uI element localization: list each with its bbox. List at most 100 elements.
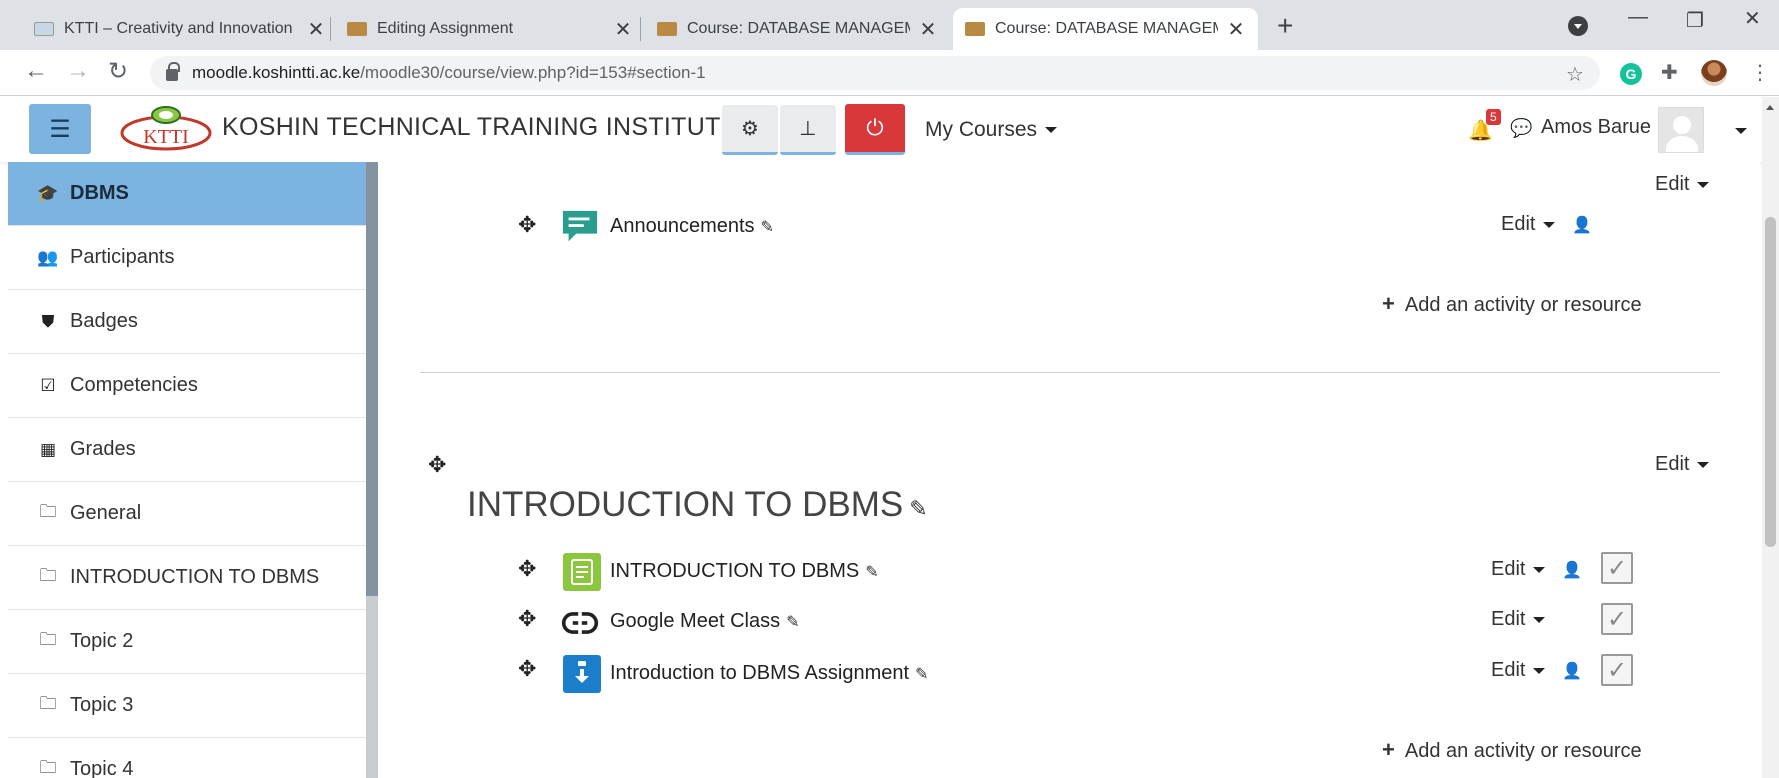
edit-title-pencil-icon[interactable]: ✎ [909,496,927,521]
drawer-toggle-button[interactable]: ☰ [29,104,91,154]
lock-icon[interactable] [166,62,180,81]
add-activity-link[interactable]: + Add an activity or resource [1382,737,1642,763]
browser-tab[interactable]: Editing Assignment ✕ [335,8,645,50]
section-1-edit-menu[interactable]: Edit [1655,453,1710,476]
move-section-icon[interactable]: ✥ [428,452,446,478]
edit-title-pencil-icon[interactable]: ✎ [865,564,878,581]
messages-icon[interactable]: 💬 [1510,118,1532,139]
move-icon[interactable]: ✥ [518,212,536,238]
drawer-item-topic-4[interactable]: 🗀 Topic 4 [8,738,366,778]
add-activity-link[interactable]: + Add an activity or resource [1382,291,1642,317]
shield-icon: ⛊ [41,311,55,331]
folder-icon: 🗀 [39,566,57,585]
caret-down-icon [1533,667,1546,674]
extensions-puzzle-icon[interactable]: ✚ [1661,60,1678,85]
hamburger-icon: ☰ [49,115,71,143]
drawer-item-introduction[interactable]: 🗀 INTRODUCTION TO DBMS [8,546,366,610]
graduation-cap-icon: 🎓 [37,183,59,203]
completion-checkbox[interactable]: ✓ [1601,552,1633,584]
url-host: moodle.koshintti.ac.ke [192,63,361,82]
url-link-icon [561,604,599,642]
chrome-profile-icon[interactable] [1568,16,1588,36]
bookmark-star-icon[interactable]: ☆ [1566,62,1584,87]
drawer-item-topic-3[interactable]: 🗀 Topic 3 [8,674,366,738]
drawer-item-general[interactable]: 🗀 General [8,482,366,546]
tab-separator [640,17,641,41]
assignment-icon [563,655,601,693]
checkbox-icon: ☑ [40,375,56,395]
edit-title-pencil-icon[interactable]: ✎ [786,614,799,631]
site-favicon-icon [34,22,54,36]
minimize-icon[interactable]: — [1628,6,1648,29]
caret-down-icon [1045,127,1058,134]
folder-icon: 🗀 [39,758,57,777]
activity-announcements[interactable]: Announcements ✎ [610,215,774,238]
browser-toolbar: ← → ↻ moodle.koshintti.ac.ke/moodle30/co… [0,50,1779,96]
drawer-item-topic-2[interactable]: 🗀 Topic 2 [8,610,366,674]
activity-edit-menu[interactable]: Edit [1491,659,1546,682]
browser-tab-active[interactable]: Course: DATABASE MANAGEMEN ✕ [953,8,1258,50]
close-tab-icon[interactable]: ✕ [1226,17,1246,42]
restore-icon[interactable]: ❐ [1686,8,1704,33]
forward-icon[interactable]: → [66,57,90,85]
drawer-item-dbms[interactable]: 🎓 DBMS [8,162,366,226]
settings-gears-button[interactable]: ⚙ [722,105,778,155]
browser-tab[interactable]: Course: DATABASE MANAGEMEN ✕ [645,8,950,50]
back-icon[interactable]: ← [24,57,48,85]
completion-checkbox[interactable]: ✓ [1601,654,1633,686]
edit-title-pencil-icon[interactable]: ✎ [761,219,774,236]
page-scrollbar-thumb[interactable] [1765,217,1776,547]
close-tab-icon[interactable]: ✕ [918,17,938,42]
activity-google-meet[interactable]: Google Meet Class ✎ [610,610,799,633]
drawer-item-participants[interactable]: 👥 Participants [8,226,366,290]
close-tab-icon[interactable]: ✕ [613,17,633,42]
move-icon[interactable]: ✥ [518,656,536,682]
completion-checkbox[interactable]: ✓ [1601,603,1633,635]
move-icon[interactable]: ✥ [518,606,536,632]
folder-icon: 🗀 [39,502,57,521]
assign-roles-icon[interactable]: 👤 [1562,560,1582,580]
drawer-item-grades[interactable]: ▦ Grades [8,418,366,482]
activity-edit-menu[interactable]: Edit [1491,558,1546,581]
scroll-up-arrow-icon[interactable] [1766,105,1774,110]
chrome-menu-icon[interactable]: ⋮ [1750,60,1770,85]
edit-title-pencil-icon[interactable]: ✎ [915,666,928,683]
site-name[interactable]: KOSHIN TECHNICAL TRAINING INSTITUTE [222,113,738,142]
notification-count-badge: 5 [1486,109,1501,125]
my-courses-menu[interactable]: My Courses [925,118,1058,142]
close-tab-icon[interactable]: ✕ [306,17,326,42]
drawer-scrollbar-thumb[interactable] [366,162,378,596]
chrome-profile-avatar[interactable] [1701,60,1727,86]
drawer-scrollbar[interactable] [366,162,378,778]
drawer-item-badges[interactable]: ⛊ Badges [8,290,366,354]
activity-edit-menu[interactable]: Edit [1491,608,1546,631]
site-logo[interactable]: KTTI [120,105,212,153]
grammarly-extension-icon[interactable]: G [1620,63,1642,85]
sitemap-button[interactable]: ⊥ [780,105,836,155]
user-menu-caret-icon[interactable] [1735,128,1747,134]
assign-roles-icon[interactable]: 👤 [1572,215,1592,235]
section-0-edit-menu[interactable]: Edit [1655,173,1710,196]
close-window-icon[interactable]: ✕ [1744,6,1761,31]
caret-down-icon [1697,181,1710,188]
sitemap-icon: ⊥ [799,118,817,140]
activity-introduction-page[interactable]: INTRODUCTION TO DBMS ✎ [610,560,879,583]
caret-down-icon [1697,461,1710,468]
user-avatar[interactable] [1658,107,1704,153]
site-favicon-icon [965,22,985,36]
url-bar[interactable]: moodle.koshintti.ac.ke/moodle30/course/v… [150,56,1600,90]
new-tab-icon[interactable]: + [1277,10,1293,42]
drawer-item-competencies[interactable]: ☑ Competencies [8,354,366,418]
browser-tab[interactable]: KTTI – Creativity and Innovation ✕ [22,8,338,50]
move-icon[interactable]: ✥ [518,556,536,582]
url-path: /moodle30/course/view.php?id=153#section… [360,63,706,82]
reload-icon[interactable]: ↻ [108,57,128,86]
page-scrollbar[interactable] [1762,97,1779,778]
section-title[interactable]: INTRODUCTION TO DBMS ✎ [467,485,928,525]
activity-edit-menu[interactable]: Edit [1501,213,1556,236]
user-name[interactable]: Amos Barue [1541,116,1651,139]
assign-roles-icon[interactable]: 👤 [1562,661,1582,681]
activity-assignment[interactable]: Introduction to DBMS Assignment ✎ [610,662,928,685]
forum-icon [561,208,599,246]
logout-power-button[interactable]: ⏻ [845,104,905,155]
